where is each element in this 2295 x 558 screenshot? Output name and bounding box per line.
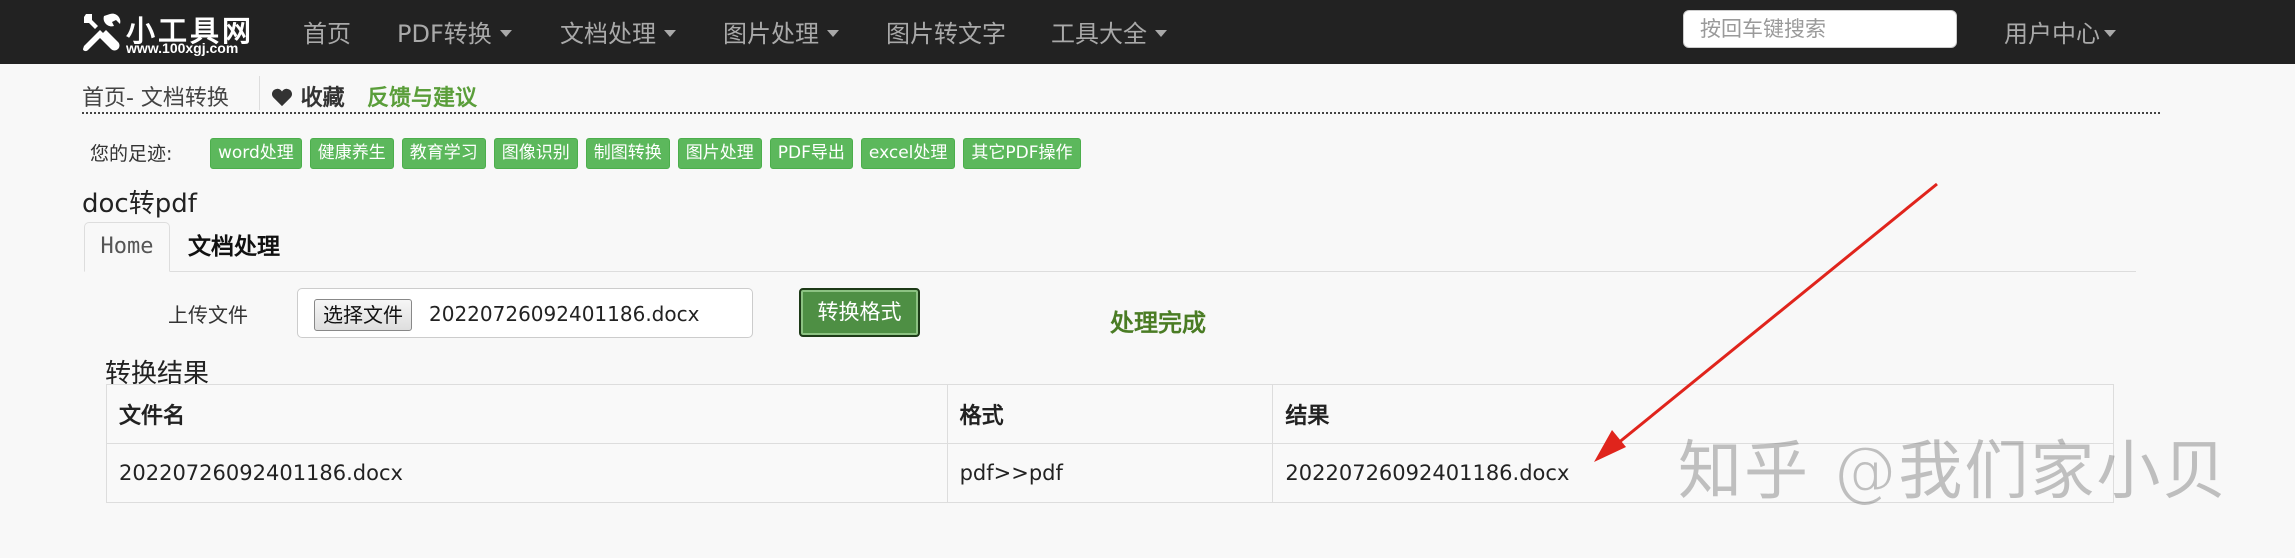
caret-down-icon [827,29,839,37]
convert-format-button[interactable]: 转换格式 [799,288,920,337]
footprint-tag[interactable]: word处理 [210,138,302,169]
favorite-label: 收藏 [300,86,345,111]
cell-filename: 20220726092401186.docx [106,443,948,503]
search-input[interactable] [1683,10,1957,48]
watermark-text: 知乎 @我们家小贝 [1678,435,2229,509]
nav-item-pdf-convert[interactable]: PDF转换 [397,14,512,49]
section-divider [82,112,2160,114]
file-upload-field[interactable]: 选择文件 20220726092401186.docx [297,288,753,338]
footprint-tag[interactable]: 教育学习 [401,138,486,169]
nav-item-label: 首页 [303,20,351,48]
breadcrumb[interactable]: 首页- 文档转换 [82,80,229,112]
logo-subtitle: www.100xgj.com [126,40,239,56]
footprint-tag[interactable]: 健康养生 [309,138,394,169]
heart-icon [271,88,293,107]
footprint-tag[interactable]: 图片处理 [677,138,762,169]
nav-item-image-processing[interactable]: 图片处理 [723,14,839,49]
tab-document-processing[interactable]: 文档处理 [188,222,280,272]
nav-item-home[interactable]: 首页 [303,14,351,49]
nav-item-document-processing[interactable]: 文档处理 [560,14,676,49]
breadcrumb-divider [259,76,260,110]
site-logo[interactable]: 小工具网 www.100xgj.com [80,6,270,58]
user-center-label: 用户中心 [2004,20,2100,48]
status-text: 处理完成 [1110,309,1206,337]
feedback-link[interactable]: 反馈与建议 [367,80,477,112]
choose-file-button[interactable]: 选择文件 [314,299,412,331]
footprint-tags: word处理 健康养生 教育学习 图像识别 制图转换 图片处理 PDF导出 ex… [210,138,1081,169]
tab-home[interactable]: Home [84,222,170,272]
cell-format: pdf>>pdf [946,443,1274,503]
footprint-tag[interactable]: 其它PDF操作 [963,138,1081,169]
nav-item-label: 工具大全 [1051,20,1147,48]
footprint-tag[interactable]: excel处理 [860,138,956,169]
page-title: doc转pdf [82,189,197,219]
caret-down-icon [1155,29,1167,37]
upload-file-label: 上传文件 [168,303,248,327]
caret-down-icon [2104,29,2116,37]
user-center-menu[interactable]: 用户中心 [2004,14,2116,49]
tabs-border [84,271,2136,272]
caret-down-icon [499,29,512,37]
nav-item-label: 图片处理 [723,20,819,48]
footprint-tag[interactable]: 图像识别 [493,138,578,169]
wrench-logo-icon [83,13,121,52]
nav-item-label: PDF转换 [397,20,492,48]
footprint-tag[interactable]: PDF导出 [769,138,853,169]
nav-item-image-to-text[interactable]: 图片转文字 [886,14,1006,49]
nav-item-tools[interactable]: 工具大全 [1051,14,1167,49]
column-header-filename: 文件名 [106,384,948,444]
nav-item-label: 文档处理 [560,20,656,48]
footprint-label: 您的足迹: [90,143,173,165]
footprint-tag[interactable]: 制图转换 [585,138,670,169]
selected-file-name: 20220726092401186.docx [429,302,700,326]
top-navbar: 小工具网 www.100xgj.com 首页 PDF转换 文档处理 图片处理 图… [0,0,2295,64]
caret-down-icon [664,29,676,37]
favorite-link[interactable]: 收藏 [271,80,345,112]
nav-item-label: 图片转文字 [886,20,1006,48]
column-header-format: 格式 [946,384,1274,444]
